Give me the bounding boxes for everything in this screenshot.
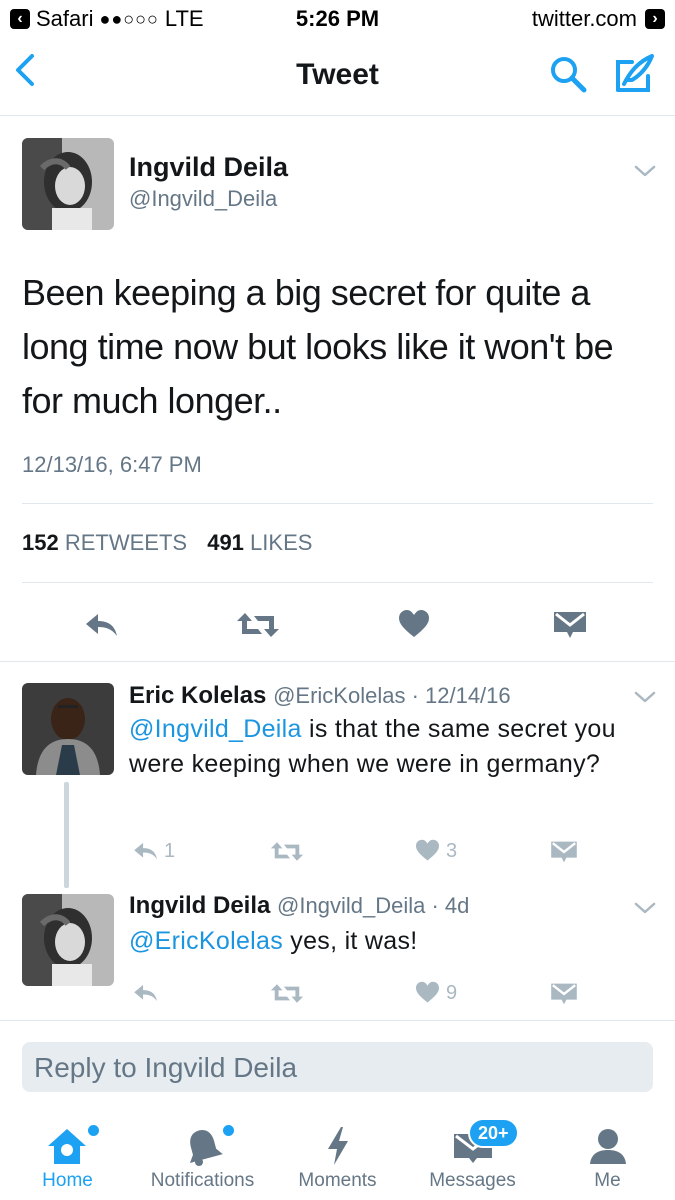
like-count: 3 <box>446 840 458 862</box>
forward-to-site-icon[interactable]: › <box>645 9 665 29</box>
tab-label: Notifications <box>150 1170 255 1191</box>
direct-message-icon[interactable] <box>550 982 578 1006</box>
divider <box>22 582 653 583</box>
avatar-photo <box>22 894 114 986</box>
lightning-icon <box>328 1127 348 1165</box>
tab-home[interactable]: Home <box>0 1104 135 1200</box>
divider <box>0 661 675 662</box>
like-heart-icon[interactable] <box>415 839 440 862</box>
reply-count: 1 <box>164 840 176 862</box>
person-icon <box>590 1129 626 1164</box>
unread-dot <box>223 1125 234 1136</box>
tweet-stats: 152 RETWEETS 491 LIKES <box>22 530 312 556</box>
tweet-timestamp: 12/13/16, 6:47 PM <box>22 452 202 477</box>
tweet-actions <box>0 592 675 662</box>
avatar-photo <box>22 138 114 230</box>
tab-me[interactable]: Me <box>540 1104 675 1200</box>
tab-notifications[interactable]: Notifications <box>135 1104 270 1200</box>
reply-icon[interactable] <box>84 610 120 640</box>
reply-icon[interactable] <box>132 982 160 1004</box>
retweet-icon[interactable] <box>236 610 280 640</box>
nav-bar: Tweet <box>0 36 675 116</box>
avatar-photo <box>22 683 114 775</box>
reply-input[interactable]: Reply to Ingvild Deila <box>22 1042 653 1092</box>
tab-label: Moments <box>298 1170 377 1191</box>
retweet-icon[interactable] <box>270 840 304 863</box>
retweets-label[interactable]: RETWEETS <box>65 530 187 555</box>
direct-message-icon[interactable] <box>550 840 578 864</box>
unread-dot <box>88 1125 99 1136</box>
tab-messages[interactable]: Messages <box>405 1104 540 1200</box>
search-icon[interactable] <box>548 54 588 94</box>
mention-link[interactable]: @EricKolelas <box>129 927 283 955</box>
reply-text: @EricKolelas yes, it was! <box>129 927 418 955</box>
chevron-down-icon[interactable] <box>633 164 657 178</box>
tab-label: Home <box>42 1170 93 1191</box>
reply-icon[interactable] <box>132 840 160 862</box>
retweets-count[interactable]: 152 <box>22 530 59 555</box>
tab-moments[interactable]: Moments <box>270 1104 405 1200</box>
tab-label: Messages <box>429 1170 516 1191</box>
likes-label[interactable]: LIKES <box>250 530 312 555</box>
reply-author-meta[interactable]: @Ingvild_Deila · 4d <box>277 893 469 918</box>
chevron-down-icon[interactable] <box>633 901 657 915</box>
reply-placeholder: Reply to Ingvild Deila <box>34 1052 298 1083</box>
likes-count[interactable]: 491 <box>207 530 244 555</box>
author-handle[interactable]: @Ingvild_Deila <box>129 186 277 212</box>
direct-message-icon[interactable] <box>553 610 587 640</box>
avatar[interactable] <box>22 894 114 986</box>
reply-author-name[interactable]: Eric Kolelas <box>129 682 266 709</box>
retweet-icon[interactable] <box>270 982 304 1005</box>
bell-icon <box>189 1130 223 1166</box>
tweet-text: Been keeping a big secret for quite a lo… <box>22 272 614 421</box>
reply-author-name[interactable]: Ingvild Deila <box>129 892 270 919</box>
thread-line <box>64 782 69 888</box>
avatar[interactable] <box>22 683 114 775</box>
reply-author-meta[interactable]: @EricKolelas · 12/14/16 <box>273 683 511 708</box>
like-count: 9 <box>446 982 458 1004</box>
status-site: twitter.com <box>531 6 637 31</box>
avatar[interactable] <box>22 138 114 230</box>
tab-label: Me <box>594 1170 621 1191</box>
chevron-down-icon[interactable] <box>633 690 657 704</box>
messages-badge: 20+ <box>468 1118 519 1148</box>
mention-link[interactable]: @Ingvild_Deila <box>129 715 302 743</box>
reply-text: @Ingvild_Deila is that the same secret y… <box>129 715 616 778</box>
status-bar: ‹ Safari ●●○○○ LTE 5:26 PM twitter.com › <box>0 0 675 36</box>
divider <box>0 1020 675 1021</box>
like-heart-icon[interactable] <box>415 981 440 1004</box>
like-heart-icon[interactable] <box>398 609 430 639</box>
tab-bar: Home Notifications Moments Messages 20+ … <box>0 1104 675 1200</box>
home-icon <box>48 1129 86 1164</box>
author-name[interactable]: Ingvild Deila <box>129 152 288 183</box>
compose-icon[interactable] <box>612 52 656 96</box>
divider <box>22 503 653 504</box>
